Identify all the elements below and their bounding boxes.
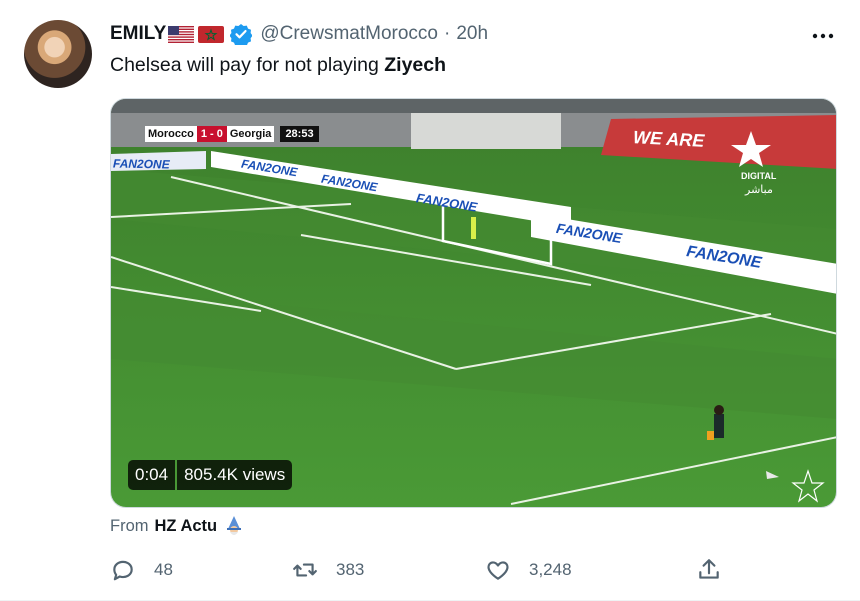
share-icon (699, 559, 719, 579)
author-handle[interactable]: @CrewsmatMorocco (260, 23, 438, 45)
more-options-button[interactable] (808, 24, 838, 48)
morocco-flag-icon (198, 25, 225, 43)
like-count: 3,248 (529, 560, 572, 579)
tweet-text: Chelsea will pay for not playing Ziyech (110, 54, 446, 77)
home-team: Morocco (145, 126, 197, 142)
retweet-button[interactable]: 383 (292, 557, 364, 583)
tweet-time[interactable]: 20h (456, 23, 488, 45)
tweet-source: From HZ Actu (110, 515, 245, 537)
like-button[interactable]: 3,248 (485, 557, 572, 583)
reply-button[interactable]: 48 (110, 557, 173, 583)
share-button[interactable] (696, 557, 740, 583)
score: 1 - 0 (196, 126, 227, 142)
reply-count: 48 (154, 560, 173, 579)
avatar[interactable] (24, 20, 92, 88)
away-team: Georgia (226, 126, 275, 142)
more-icon (812, 33, 834, 39)
tweet-text-bold: Ziyech (384, 54, 447, 76)
tweet: EMILY @CrewsmatMorocco · 20h Chelsea wil… (0, 0, 860, 601)
reply-icon (113, 560, 133, 581)
video-player[interactable]: Morocco 1 - 0 Georgia 28:53 FAN2ONE FAN2… (110, 98, 837, 508)
verified-badge-icon[interactable] (230, 23, 253, 45)
dot-separator: · (443, 23, 451, 44)
us-flag-icon (168, 25, 195, 43)
retweet-icon (293, 563, 317, 577)
board-text-1: FAN2ONE (112, 156, 170, 172)
tweet-text-main: Chelsea will pay for not playing (110, 54, 385, 76)
video-info-overlay: 0:04 805.4K views (128, 460, 293, 490)
author-name[interactable]: EMILY (110, 23, 166, 45)
channel-live-text: مباشر (745, 183, 773, 196)
scoreboard: Morocco 1 - 0 Georgia 28:53 (145, 126, 319, 142)
source-prefix: From (110, 516, 149, 535)
match-clock: 28:53 (280, 126, 319, 142)
video-elapsed: 0:04 (128, 460, 176, 490)
wizard-emoji-icon (227, 516, 242, 535)
video-frame (111, 99, 836, 507)
heart-icon (487, 561, 509, 580)
stadium-banner-text: WE ARE (632, 127, 705, 151)
tweet-actions: 48 383 3,248 (110, 557, 730, 585)
source-name[interactable]: HZ Actu (155, 517, 218, 536)
retweet-count: 383 (336, 560, 365, 579)
video-views: 805.4K views (177, 460, 293, 490)
channel-logo-text: DIGITAL (741, 171, 777, 181)
tweet-header: EMILY @CrewsmatMorocco · 20h (110, 22, 488, 46)
